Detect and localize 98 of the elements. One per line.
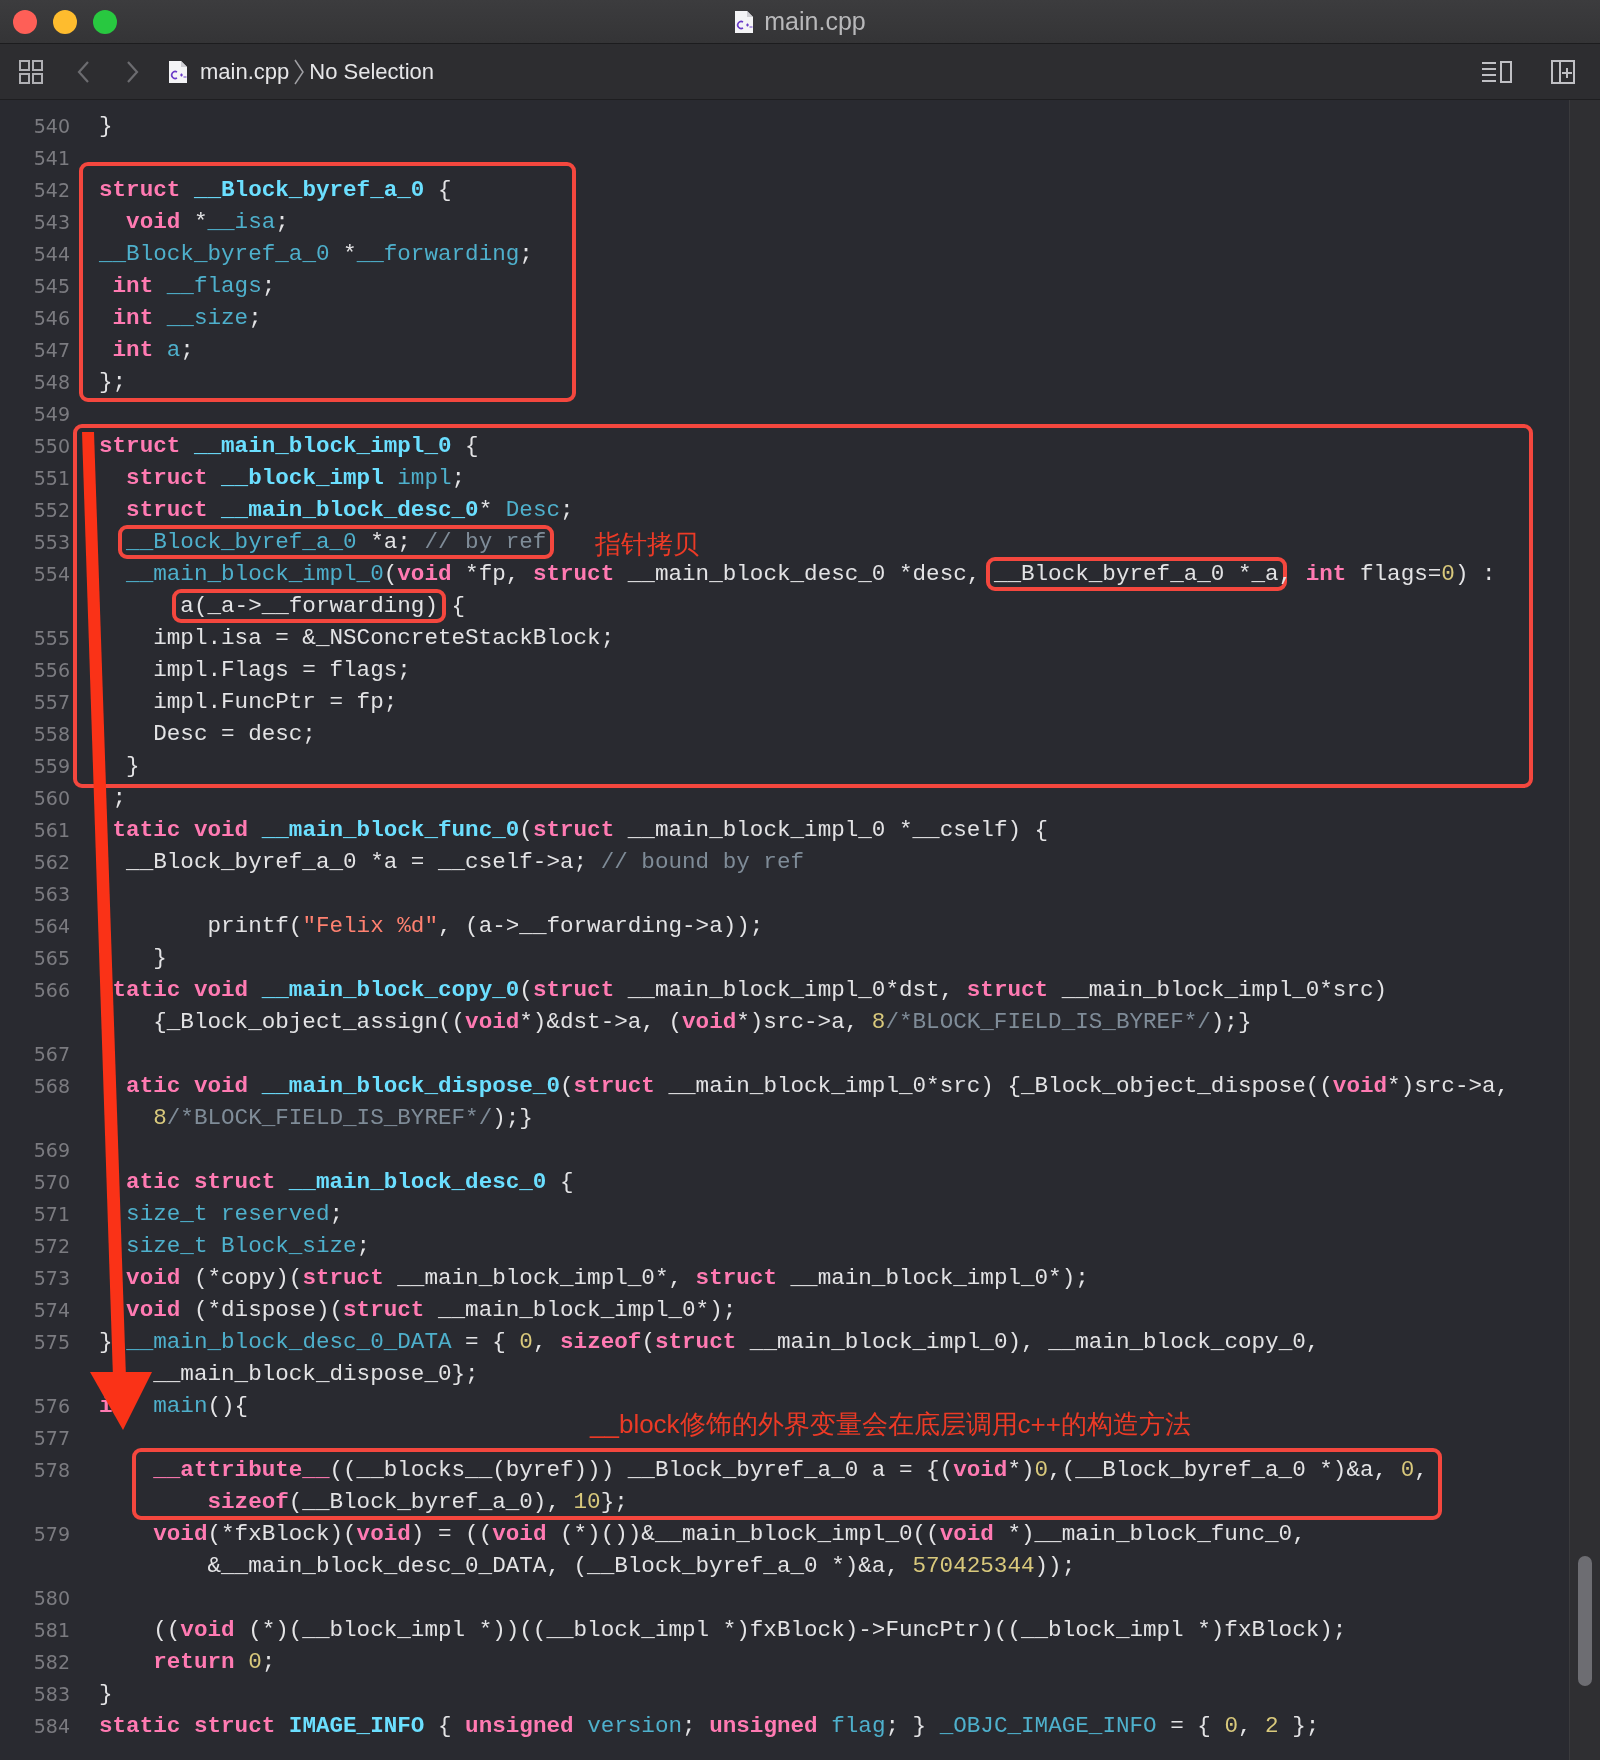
code-line: __Block_byref_a_0 *a; // by ref <box>118 524 555 560</box>
line-number: 551 <box>32 467 70 489</box>
code-line: } <box>99 112 113 141</box>
code-line: }; <box>99 368 127 397</box>
code-line: __attribute__((__blocks__(byref))) __Block_byref_a_0 a = {(void*)0,(__Block_byref_a_0 *)&a, 0, <box>153 1456 1428 1485</box>
line-number: 564 <box>32 915 70 937</box>
line-number: 562 <box>32 851 70 873</box>
code-line: struct __Block_byref_a_0 { <box>99 176 452 205</box>
line-number: 579 <box>32 1523 70 1545</box>
line-number: 553 <box>32 531 70 553</box>
code-line: &__main_block_desc_0_DATA, (__Block_byref_a_0 *)&a, 570425344)); <box>207 1552 1076 1581</box>
line-number: 556 <box>32 659 70 681</box>
line-number: 571 <box>32 1203 70 1225</box>
line-number: 570 <box>32 1171 70 1193</box>
line-number: 572 <box>32 1235 70 1257</box>
line-number: 547 <box>32 339 70 361</box>
breadcrumb-separator-icon <box>293 57 306 86</box>
line-number: 573 <box>32 1267 70 1289</box>
code-line: void *__isa; <box>126 208 289 237</box>
line-number: 561 <box>32 819 70 841</box>
code-line: printf("Felix %d", (a->__forwarding->a)); <box>207 912 764 941</box>
code-line: tatic void __main_block_func_0(struct __main_block_impl_0 *__cself) { <box>112 816 1049 845</box>
code-line: } <box>99 1680 113 1709</box>
line-number: 574 <box>32 1299 70 1321</box>
line-number: 582 <box>32 1651 70 1673</box>
code-line: size_t Block_size; <box>126 1232 371 1261</box>
line-number: 569 <box>32 1139 70 1161</box>
line-number: 584 <box>32 1715 70 1737</box>
code-line: impl.Flags = flags; <box>153 656 411 685</box>
code-line: __main_block_dispose_0}; <box>153 1360 479 1389</box>
breadcrumb-item[interactable]: No Selection <box>309 58 435 85</box>
code-line: void (*copy)(struct __main_block_impl_0*, struct __main_block_impl_0*); <box>126 1264 1089 1293</box>
code-line: ; <box>112 784 127 813</box>
line-number: 540 <box>32 115 70 137</box>
line-number: 581 <box>32 1619 70 1641</box>
code-line: int a; <box>112 336 194 365</box>
line-number: 580 <box>32 1587 70 1609</box>
line-number: 560 <box>32 787 70 809</box>
code-line: struct __main_block_desc_0* Desc; <box>126 496 574 525</box>
window-title: main.cpp <box>764 7 866 36</box>
line-number: 578 <box>32 1459 70 1481</box>
code-line: static struct IMAGE_INFO { unsigned version; unsigned flag; } _OBJC_IMAGE_INFO = { 0, 2 }; <box>99 1712 1320 1741</box>
scrollbar-track[interactable] <box>1569 100 1600 1760</box>
line-number: 577 <box>32 1427 70 1449</box>
annotation-note: __block修饰的外界变量会在底层调用c++的构造方法 <box>590 1408 1191 1440</box>
code-line: atic struct __main_block_desc_0 { <box>126 1168 574 1197</box>
code-line: Desc = desc; <box>153 720 316 749</box>
line-number: 542 <box>32 179 70 201</box>
line-number: 548 <box>32 371 70 393</box>
code-line: {_Block_object_assign((void*)&dst->a, (void*)src->a, 8/*BLOCK_FIELD_IS_BYREF*/);} <box>153 1008 1252 1037</box>
line-number: 558 <box>32 723 70 745</box>
line-number: 575 <box>32 1331 70 1353</box>
line-number: 576 <box>32 1395 70 1417</box>
line-number: 545 <box>32 275 70 297</box>
line-number: 552 <box>32 499 70 521</box>
code-line: atic void __main_block_dispose_0(struct __main_block_impl_0*src) {_Block_object_dispose((void*)src->a, <box>126 1072 1510 1101</box>
code-line: } <box>153 944 167 973</box>
line-number: 567 <box>32 1043 70 1065</box>
line-number: 541 <box>32 147 70 169</box>
line-number: 546 <box>32 307 70 329</box>
code-line: } <box>126 752 140 781</box>
minimize-button[interactable] <box>53 9 77 34</box>
code-line: void(*fxBlock)(void) = ((void (*)())&__main_block_impl_0((void *)__main_block_func_0, <box>153 1520 1306 1549</box>
code-line: void (*dispose)(struct __main_block_impl_0*); <box>126 1296 737 1325</box>
file-icon <box>168 59 188 84</box>
code-line: tatic void __main_block_copy_0(struct __main_block_impl_0*dst, struct __main_block_impl_0*src) <box>112 976 1388 1005</box>
zoom-button[interactable] <box>93 9 117 34</box>
code-line: return 0; <box>153 1648 276 1677</box>
code-line: ((void (*)(__block_impl *))((__block_impl *)fxBlock)->FuncPtr)((__block_impl *)fxBlock); <box>153 1616 1347 1645</box>
breadcrumb-item[interactable]: main.cpp <box>200 58 290 85</box>
code-line: int __flags; <box>112 272 276 301</box>
scrollbar-thumb[interactable] <box>1578 1556 1592 1686</box>
code-line: __Block_byref_a_0 *__forwarding; <box>99 240 533 269</box>
line-number: 566 <box>32 979 70 1001</box>
line-number: 568 <box>32 1075 70 1097</box>
line-number: 565 <box>32 947 70 969</box>
line-number: 544 <box>32 243 70 265</box>
code-line: __Block_byref_a_0 *a = __cself->a; // bound by ref <box>126 848 805 877</box>
line-number: 549 <box>32 403 70 425</box>
code-line: 8/*BLOCK_FIELD_IS_BYREF*/);} <box>153 1104 533 1133</box>
file-icon <box>734 9 755 34</box>
code-line: } __main_block_desc_0_DATA = { 0, sizeof(struct __main_block_impl_0), __main_block_copy_0, <box>99 1328 1320 1357</box>
code-line: sizeof(__Block_byref_a_0), 10}; <box>207 1488 628 1517</box>
code-line: impl.isa = &_NSConcreteStackBlock; <box>153 624 615 653</box>
code-line: int __size; <box>112 304 262 333</box>
line-number: 583 <box>32 1683 70 1705</box>
close-button[interactable] <box>13 9 37 34</box>
line-number: 557 <box>32 691 70 713</box>
line-number: 559 <box>32 755 70 777</box>
code-line: size_t reserved; <box>126 1200 344 1229</box>
line-number: 555 <box>32 627 70 649</box>
line-number: 543 <box>32 211 70 233</box>
line-number: 554 <box>32 563 70 585</box>
line-number: 563 <box>32 883 70 905</box>
line-number: 550 <box>32 435 70 457</box>
code-line: struct __block_impl impl; <box>126 464 466 493</box>
code-line: impl.FuncPtr = fp; <box>153 688 398 717</box>
code-line: struct __main_block_impl_0 { <box>99 432 479 461</box>
